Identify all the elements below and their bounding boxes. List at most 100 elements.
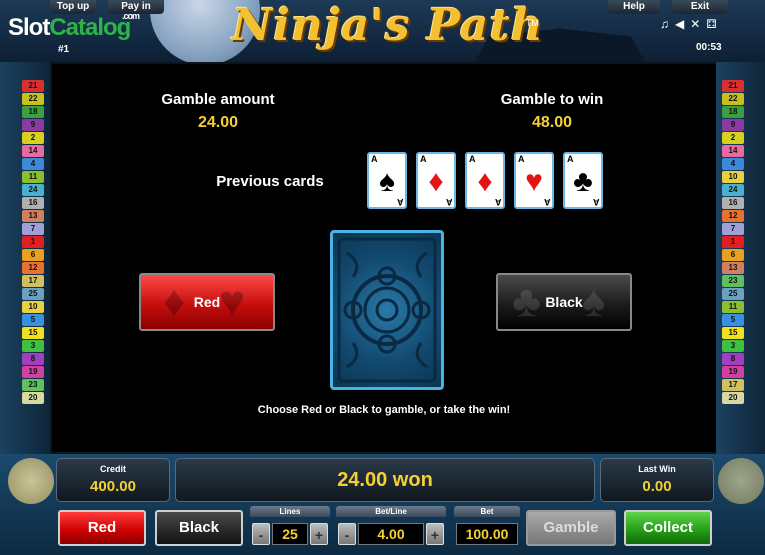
left-line-badge: 8 <box>22 353 44 365</box>
left-line-badge: 21 <box>22 80 44 92</box>
card-rank: A <box>518 154 525 164</box>
right-line-badge: 19 <box>722 366 744 378</box>
right-line-numbers: 21 22 18 9 2 14 4 10 24 16 12 7 1 6 13 23 25 11 5 15 3 8 19 17 2… <box>722 80 744 405</box>
right-line-badge: 12 <box>722 210 744 222</box>
left-line-badge: 15 <box>22 327 44 339</box>
right-line-badge: 1 <box>722 236 744 248</box>
top-up-button[interactable]: Top up <box>50 0 96 14</box>
black-choice-button[interactable]: ♣ ♠ Black <box>496 273 632 331</box>
card-rank: A <box>371 154 378 164</box>
bet-line-minus-button[interactable]: - <box>338 523 356 545</box>
lines-control: Lines - 25 + <box>250 506 330 548</box>
dice-icon[interactable]: ⚃ <box>706 17 722 31</box>
left-line-badge: 22 <box>22 93 44 105</box>
left-line-badge: 23 <box>22 379 44 391</box>
bet-control: Bet 100.00 <box>454 506 520 548</box>
gamble-to-win-label: Gamble to win <box>500 91 604 108</box>
previous-card-ace-of-diamonds: A ♦ A <box>416 152 456 209</box>
left-line-badge: 3 <box>22 340 44 352</box>
collect-button[interactable]: Collect <box>624 510 712 546</box>
black-choice-label: Black <box>545 294 583 310</box>
exit-button[interactable]: Exit <box>672 0 728 14</box>
right-line-badge: 5 <box>722 314 744 326</box>
bet-label: Bet <box>454 506 520 517</box>
right-line-badge: 14 <box>722 145 744 157</box>
game-index: #1 <box>58 44 70 55</box>
card-suit-icon: ♥ <box>525 165 543 198</box>
left-line-badge: 5 <box>22 314 44 326</box>
card-rank-bottom: A <box>445 197 453 207</box>
right-line-badge: 11 <box>722 301 744 313</box>
credit-panel: Credit 400.00 <box>56 458 170 502</box>
bet-per-line-label: Bet/Line <box>336 506 446 517</box>
previous-card-ace-of-clubs: A ♣ A <box>563 152 603 209</box>
card-rank-bottom: A <box>592 197 600 207</box>
gamble-amount-value: 24.00 <box>197 114 239 131</box>
lines-plus-button[interactable]: + <box>310 523 328 545</box>
music-icon[interactable]: ♫ <box>660 17 675 31</box>
pay-in-button[interactable]: Pay in <box>108 0 164 14</box>
spade-icon: ♠ <box>582 277 606 326</box>
bet-value: 100.00 <box>456 523 518 545</box>
lines-value: 25 <box>272 523 308 545</box>
red-choice-button[interactable]: ♦ ♥ Red <box>139 273 275 331</box>
credit-label: Credit <box>99 464 126 474</box>
right-line-badge: 7 <box>722 223 744 235</box>
fullscreen-icon[interactable]: ✕ <box>690 17 706 31</box>
right-line-badge: 23 <box>722 275 744 287</box>
right-line-badge: 21 <box>722 80 744 92</box>
gamble-to-win-value: 48.00 <box>531 114 573 131</box>
right-line-badge: 13 <box>722 262 744 274</box>
last-win-value: 0.00 <box>642 478 672 495</box>
lines-minus-button[interactable]: - <box>252 523 270 545</box>
right-line-badge: 9 <box>722 119 744 131</box>
left-line-badge: 19 <box>22 366 44 378</box>
red-choice-label: Red <box>193 294 221 310</box>
left-line-badge: 20 <box>22 392 44 404</box>
help-button[interactable]: Help <box>608 0 660 14</box>
right-line-badge: 2 <box>722 132 744 144</box>
black-button[interactable]: Black <box>155 510 243 546</box>
left-line-badge: 9 <box>22 119 44 131</box>
gamble-button[interactable]: Gamble <box>526 510 616 546</box>
lantern-decoration <box>718 458 764 504</box>
right-line-badge: 24 <box>722 184 744 196</box>
last-win-label: Last Win <box>638 464 676 474</box>
left-line-badge: 7 <box>22 223 44 235</box>
card-rank: A <box>420 154 427 164</box>
card-rank-bottom: A <box>396 197 404 207</box>
left-line-badge: 25 <box>22 288 44 300</box>
right-line-badge: 18 <box>722 106 744 118</box>
gamble-amount-label: Gamble amount <box>161 91 275 108</box>
win-message-panel: 24.00 won <box>175 458 595 502</box>
gamble-instruction: Choose Red or Black to gamble, or take t… <box>257 404 511 416</box>
red-button[interactable]: Red <box>58 510 146 546</box>
right-line-badge: 22 <box>722 93 744 105</box>
lines-label: Lines <box>250 506 330 517</box>
card-back-pattern <box>337 237 437 383</box>
trademark-mark: TM <box>526 18 539 28</box>
previous-cards-label: Previous cards <box>216 173 324 190</box>
previous-card-ace-of-spades: A ♠ A <box>367 152 407 209</box>
volume-icon[interactable]: ◀ <box>675 17 690 31</box>
right-line-badge: 6 <box>722 249 744 261</box>
right-line-badge: 4 <box>722 158 744 170</box>
left-line-badge: 12 <box>22 262 44 274</box>
right-line-badge: 20 <box>722 392 744 404</box>
previous-card-ace-of-hearts: A ♥ A <box>514 152 554 209</box>
diamond-icon: ♦ <box>163 277 186 326</box>
right-line-badge: 8 <box>722 353 744 365</box>
game-title: Ninja's Path <box>232 0 544 51</box>
left-line-badge: 18 <box>22 106 44 118</box>
right-line-badge: 25 <box>722 288 744 300</box>
bet-per-line-control: Bet/Line - 4.00 + <box>336 506 446 548</box>
left-line-badge: 2 <box>22 132 44 144</box>
bet-line-plus-button[interactable]: + <box>426 523 444 545</box>
right-line-badge: 3 <box>722 340 744 352</box>
face-down-card <box>330 230 444 390</box>
card-rank-bottom: A <box>494 197 502 207</box>
left-line-badge: 16 <box>22 197 44 209</box>
card-suit-icon: ♣ <box>573 165 593 198</box>
slotcatalog-logo: SlotCatalog .com <box>8 11 140 41</box>
card-suit-icon: ♦ <box>428 165 444 198</box>
